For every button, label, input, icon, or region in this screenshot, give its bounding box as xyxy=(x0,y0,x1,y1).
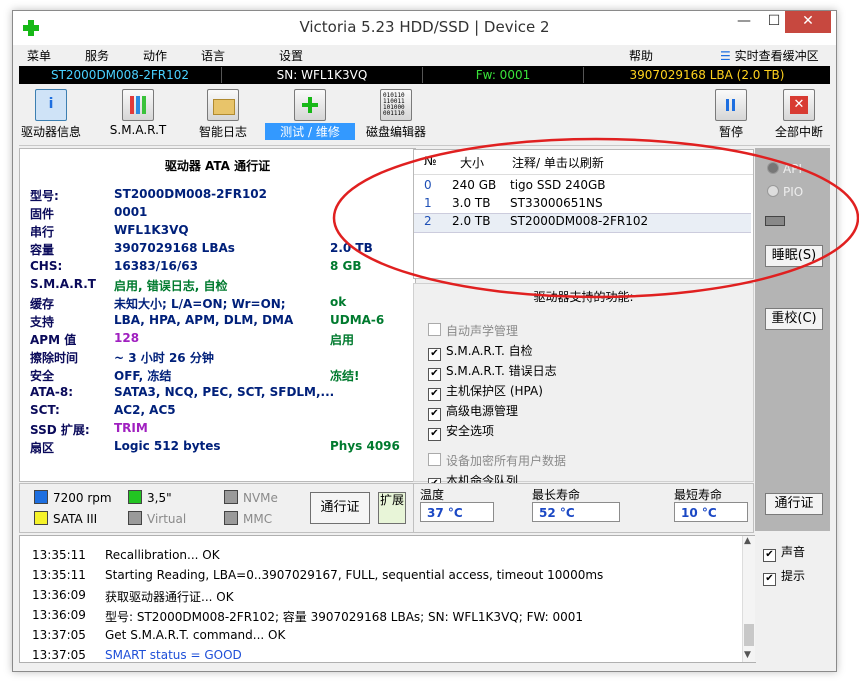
red-highlight-circle xyxy=(332,137,859,299)
